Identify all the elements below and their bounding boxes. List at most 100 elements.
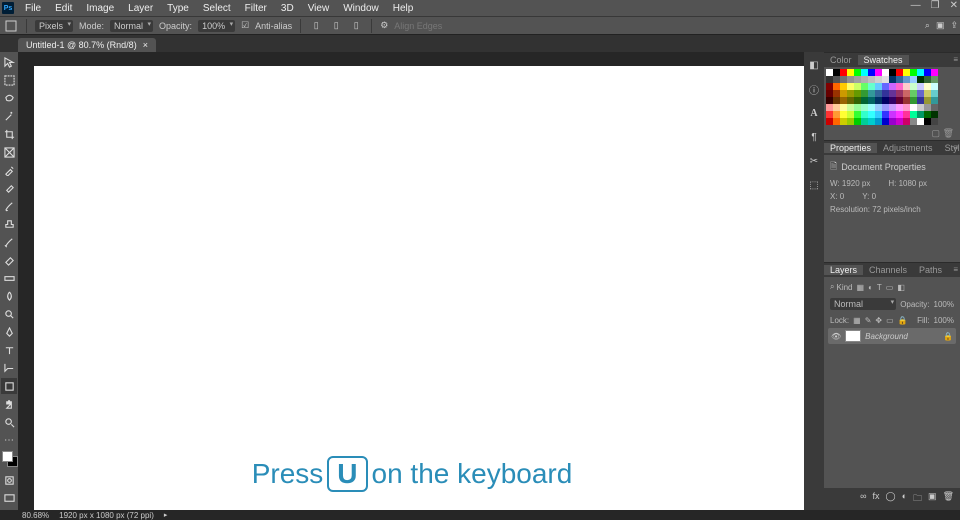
swatch[interactable] [861, 104, 868, 111]
swatch-grid[interactable] [824, 67, 936, 127]
swatch[interactable] [861, 69, 868, 76]
swatch[interactable] [854, 76, 861, 83]
menu-type[interactable]: Type [160, 3, 196, 14]
swatch[interactable] [875, 104, 882, 111]
filter-adjust-icon[interactable]: ◐ [868, 283, 873, 292]
swatch[interactable] [924, 69, 931, 76]
swatch[interactable] [882, 97, 889, 104]
swatch[interactable] [840, 104, 847, 111]
menu-edit[interactable]: Edit [48, 3, 79, 14]
swatch[interactable] [882, 83, 889, 90]
swatch[interactable] [833, 111, 840, 118]
swatch[interactable] [847, 97, 854, 104]
swatch[interactable] [896, 111, 903, 118]
magic-wand-tool[interactable] [1, 108, 17, 124]
swatch[interactable] [854, 83, 861, 90]
swatch[interactable] [875, 69, 882, 76]
swatches-menu-icon[interactable]: ≡ [953, 55, 958, 64]
swatch[interactable] [854, 104, 861, 111]
swatch[interactable] [903, 111, 910, 118]
swatch[interactable] [917, 69, 924, 76]
healing-tool[interactable] [1, 180, 17, 196]
blur-tool[interactable] [1, 288, 17, 304]
swatch[interactable] [931, 69, 938, 76]
filter-shape-icon[interactable]: ▭ [886, 283, 894, 292]
swatch[interactable] [924, 90, 931, 97]
swatch[interactable] [875, 111, 882, 118]
lock-position-icon[interactable]: ✥ [875, 316, 882, 325]
swatch[interactable] [889, 90, 896, 97]
group-icon[interactable]: 🗀 [913, 491, 922, 507]
swatch[interactable] [833, 97, 840, 104]
tab-adjustments[interactable]: Adjustments [877, 143, 939, 153]
swatch[interactable] [931, 111, 938, 118]
swatch[interactable] [903, 76, 910, 83]
swatch[interactable] [882, 76, 889, 83]
canvas[interactable] [34, 66, 804, 510]
swatch[interactable] [910, 69, 917, 76]
visibility-icon[interactable]: 👁 [831, 332, 841, 341]
swatch[interactable] [833, 76, 840, 83]
layer-fx-icon[interactable]: fx [873, 491, 880, 507]
swatch[interactable] [826, 76, 833, 83]
layer-row[interactable]: 👁 Background 🔒 [828, 328, 956, 344]
eraser-tool[interactable] [1, 252, 17, 268]
blend-mode-dropdown[interactable]: Normal [830, 298, 896, 310]
filter-smart-icon[interactable]: ◧ [897, 283, 905, 292]
swatch[interactable] [917, 118, 924, 125]
swatch[interactable] [861, 76, 868, 83]
lock-paint-icon[interactable]: ✎ [865, 316, 872, 325]
swatch[interactable] [861, 97, 868, 104]
character-icon[interactable]: A [807, 106, 821, 120]
swatch[interactable] [903, 104, 910, 111]
delete-swatch-icon[interactable]: 🗑 [943, 128, 954, 138]
lock-artboard-icon[interactable]: ▭ [886, 316, 894, 325]
menu-window[interactable]: Window [336, 3, 386, 14]
swatch[interactable] [875, 83, 882, 90]
history-icon[interactable]: ◧ [807, 58, 821, 72]
swatch[interactable] [847, 104, 854, 111]
tab-layers[interactable]: Layers [824, 265, 863, 275]
properties-menu-icon[interactable]: ≡ [953, 143, 958, 152]
swatch[interactable] [903, 97, 910, 104]
swatch[interactable] [833, 104, 840, 111]
layers-menu-icon[interactable]: ≡ [953, 265, 958, 274]
swatch[interactable] [924, 111, 931, 118]
window-close[interactable]: ✕ [950, 0, 958, 11]
swatch[interactable] [889, 69, 896, 76]
swatch[interactable] [861, 118, 868, 125]
swatch[interactable] [924, 83, 931, 90]
menu-image[interactable]: Image [79, 3, 121, 14]
swatch[interactable] [917, 104, 924, 111]
swatch[interactable] [910, 76, 917, 83]
menu-layer[interactable]: Layer [121, 3, 160, 14]
swatch[interactable] [924, 118, 931, 125]
search-icon[interactable]: ⌕ [925, 20, 930, 31]
swatch[interactable] [847, 69, 854, 76]
swatch[interactable] [910, 118, 917, 125]
swatch[interactable] [868, 111, 875, 118]
swatch[interactable] [882, 90, 889, 97]
brush-tool[interactable] [1, 198, 17, 214]
swatch[interactable] [833, 69, 840, 76]
link-layers-icon[interactable]: ∞ [860, 491, 866, 507]
swatch[interactable] [840, 76, 847, 83]
swatch[interactable] [931, 118, 938, 125]
swatch[interactable] [840, 111, 847, 118]
menu-select[interactable]: Select [196, 3, 238, 14]
paragraph-icon[interactable]: ¶ [807, 130, 821, 144]
swatch[interactable] [903, 118, 910, 125]
new-swatch-icon[interactable]: ▢ [932, 128, 941, 138]
swatch[interactable] [924, 104, 931, 111]
swatch[interactable] [924, 97, 931, 104]
lasso-tool[interactable] [1, 90, 17, 106]
swatch[interactable] [826, 90, 833, 97]
opacity-dropdown[interactable]: 100% [198, 20, 235, 32]
tab-paths[interactable]: Paths [913, 265, 948, 275]
antialias-checkbox[interactable]: ☑ [241, 20, 249, 31]
swatch[interactable] [889, 97, 896, 104]
swatch[interactable] [896, 97, 903, 104]
lock-all-icon[interactable]: 🔒 [898, 316, 908, 325]
swatch[interactable] [868, 104, 875, 111]
swatch[interactable] [868, 83, 875, 90]
